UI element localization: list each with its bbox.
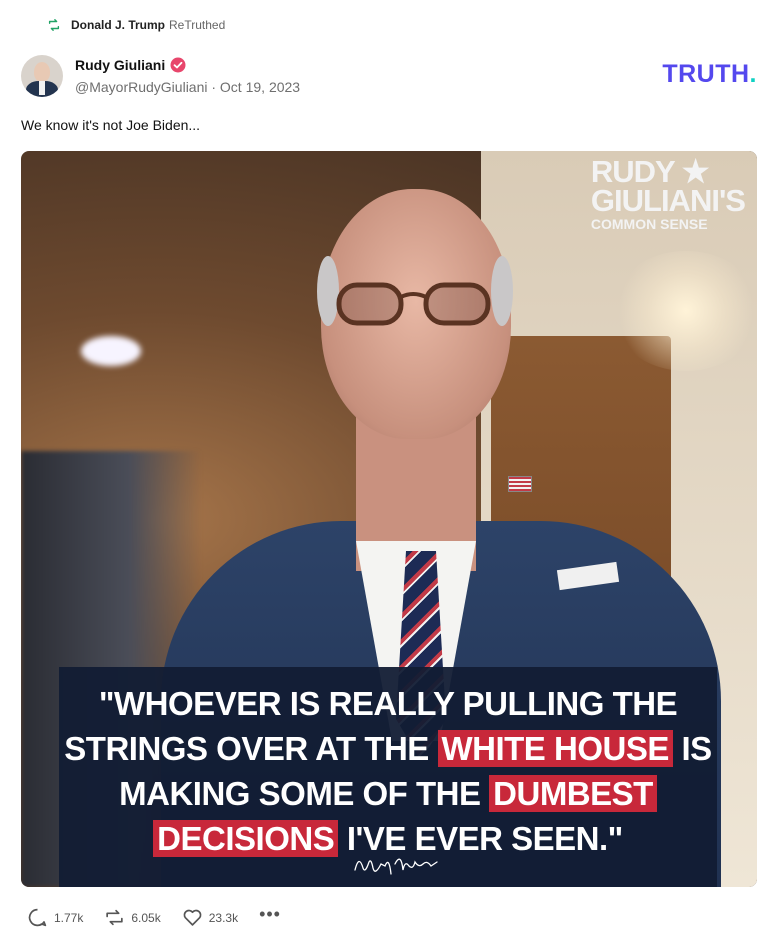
more-options-icon[interactable]: •••	[259, 904, 281, 925]
heart-icon	[183, 909, 202, 926]
post-actions: 1.77k 6.05k 23.3k •••	[27, 904, 281, 928]
avatar[interactable]	[21, 55, 63, 97]
post-image[interactable]: RUDY ★ GIULIANI'S COMMON SENSE "WHOEVER …	[21, 151, 757, 887]
retruth-label: ReTruthed	[169, 18, 226, 32]
truth-logo[interactable]: TRUTH.	[662, 60, 757, 89]
post-author: Rudy Giuliani @MayorRudyGiuliani · Oct 1…	[21, 55, 300, 97]
reply-button[interactable]: 1.77k	[27, 907, 83, 928]
retruth-count: 6.05k	[131, 910, 161, 925]
author-name[interactable]: Rudy Giuliani	[75, 57, 165, 73]
image-brand-text: RUDY ★ GIULIANI'S COMMON SENSE	[590, 154, 746, 232]
quote-text: "WHOEVER IS REALLY PULLING THE STRINGS O…	[64, 685, 712, 857]
like-count: 23.3k	[208, 910, 239, 925]
quote-box: "WHOEVER IS REALLY PULLING THE STRINGS O…	[59, 667, 717, 887]
retruth-user[interactable]: Donald J. Trump	[71, 18, 165, 32]
post-text: We know it's not Joe Biden...	[21, 117, 201, 133]
signature	[354, 858, 438, 875]
retruth-icon	[48, 19, 60, 31]
author-name-row: Rudy Giuliani	[75, 57, 300, 73]
like-button[interactable]: 23.3k	[182, 907, 238, 928]
retruth-button[interactable]: 6.05k	[104, 907, 161, 928]
author-handle-date[interactable]: @MayorRudyGiuliani · Oct 19, 2023	[75, 79, 300, 95]
verified-badge-icon	[170, 57, 186, 73]
reply-icon	[28, 908, 47, 927]
retruth-action-icon	[106, 909, 124, 926]
reply-count: 1.77k	[54, 910, 84, 925]
retruth-banner: Donald J. Trump ReTruthed	[47, 18, 225, 32]
